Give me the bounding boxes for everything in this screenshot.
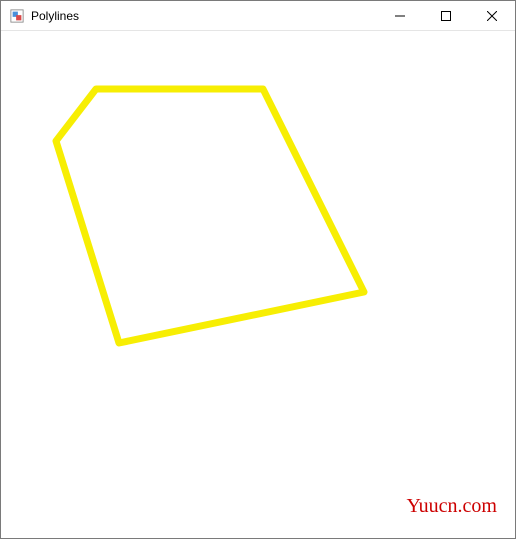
close-icon <box>487 11 497 21</box>
polyline-canvas <box>1 31 515 538</box>
app-icon <box>9 8 25 24</box>
maximize-button[interactable] <box>423 1 469 30</box>
watermark-text: Yuucn.com <box>406 495 497 518</box>
minimize-icon <box>395 11 405 21</box>
window-titlebar: Polylines <box>1 1 515 31</box>
client-area: Yuucn.com <box>1 31 515 538</box>
maximize-icon <box>441 11 451 21</box>
window-title: Polylines <box>31 9 377 23</box>
polyline-shape <box>56 89 364 343</box>
window-controls <box>377 1 515 30</box>
close-button[interactable] <box>469 1 515 30</box>
minimize-button[interactable] <box>377 1 423 30</box>
